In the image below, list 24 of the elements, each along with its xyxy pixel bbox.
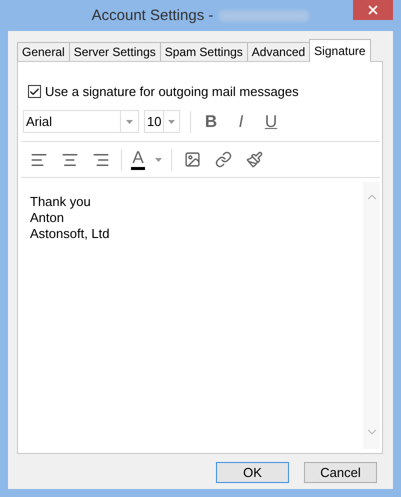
tab[interactable]: General (17, 42, 70, 61)
size-dropdown[interactable]: 10 (144, 110, 180, 133)
close-icon[interactable] (366, 3, 380, 17)
tab[interactable]: Server Settings (68, 42, 161, 61)
font-color-button[interactable]: A (127, 148, 149, 172)
dropdown-arrow-icon[interactable] (168, 120, 176, 124)
signature-line: Astonsoft, Ltd (30, 226, 110, 242)
ok-button[interactable]: OK (216, 462, 289, 483)
window-title: Account Settings - (92, 7, 214, 24)
italic-button[interactable]: I (226, 110, 256, 134)
font-dropdown[interactable]: Arial (23, 110, 139, 133)
checkbox-label: Use a signature for outgoing mail messages (45, 84, 299, 99)
signature-line: Thank you (30, 194, 92, 210)
bold-button[interactable]: B (196, 110, 226, 134)
underline-button[interactable]: U (256, 110, 286, 134)
dropdown-arrow-icon[interactable] (126, 120, 133, 124)
tab[interactable]: Spam Settings (160, 42, 248, 61)
checkbox[interactable] (28, 85, 41, 98)
cancel-button[interactable]: Cancel (304, 462, 377, 483)
signature-editor[interactable]: Thank you Anton Astonsoft, Ltd (21, 182, 363, 449)
tab[interactable]: Signature (309, 39, 371, 62)
close-button[interactable] (353, 0, 393, 20)
dropdown-arrow-icon[interactable] (155, 158, 162, 162)
signature-line: Anton (30, 210, 65, 226)
